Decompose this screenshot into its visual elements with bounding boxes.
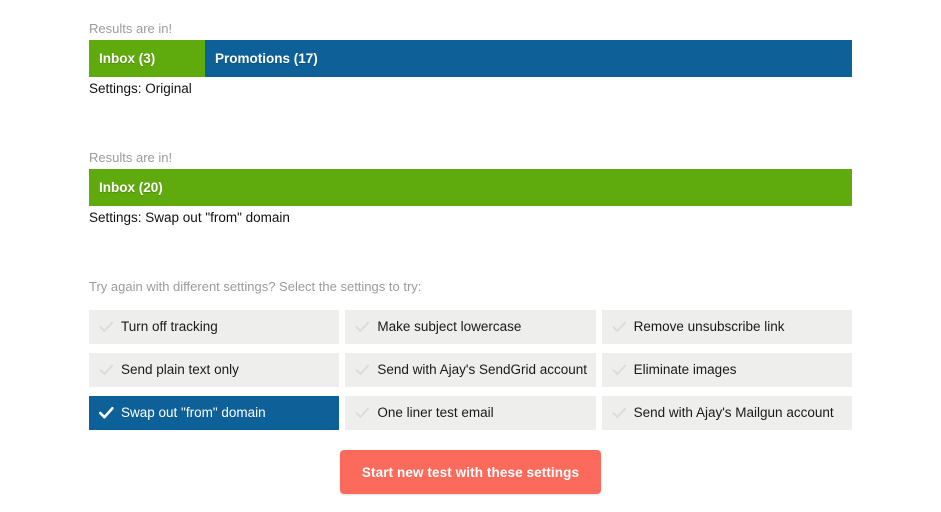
bar-segment-inbox: Inbox (20) bbox=[89, 169, 852, 206]
setting-option-send-with-mailgun-account[interactable]: Send with Ajay's Mailgun account bbox=[601, 396, 852, 430]
setting-option-label: Make subject lowercase bbox=[377, 319, 522, 334]
checkmark-icon bbox=[612, 406, 627, 420]
result-block: Results are in! Inbox (20) Settings: Swa… bbox=[89, 150, 852, 227]
checkmark-icon bbox=[99, 320, 114, 334]
chooser-prompt: Try again with different settings? Selec… bbox=[89, 279, 422, 294]
setting-option-eliminate-images[interactable]: Eliminate images bbox=[601, 353, 852, 387]
bar-segment-label: Inbox (3) bbox=[99, 51, 156, 66]
bar-segment-label: Inbox (20) bbox=[99, 180, 163, 195]
result-bar: Inbox (3) Promotions (17) bbox=[89, 40, 852, 77]
settings-chooser: Try again with different settings? Selec… bbox=[89, 279, 852, 430]
start-new-test-button[interactable]: Start new test with these settings bbox=[339, 450, 602, 494]
inbox-placement-results-page: Results are in! Inbox (3) Promotions (17… bbox=[0, 0, 941, 512]
setting-option-turn-off-tracking[interactable]: Turn off tracking bbox=[89, 310, 340, 344]
setting-option-label: Send with Ajay's Mailgun account bbox=[633, 405, 834, 420]
result-settings-line: Settings: Swap out "from" domain bbox=[89, 210, 290, 225]
setting-option-send-with-sendgrid-account[interactable]: Send with Ajay's SendGrid account bbox=[345, 353, 596, 387]
submit-row: Start new test with these settings bbox=[0, 450, 941, 494]
bar-segment-inbox: Inbox (3) bbox=[89, 40, 205, 77]
result-block: Results are in! Inbox (3) Promotions (17… bbox=[89, 21, 852, 98]
checkmark-icon bbox=[99, 406, 114, 420]
setting-option-label: Remove unsubscribe link bbox=[633, 319, 785, 334]
setting-option-label: Swap out "from" domain bbox=[121, 405, 266, 420]
setting-option-one-liner-test-email[interactable]: One liner test email bbox=[345, 396, 596, 430]
result-caption: Results are in! bbox=[89, 21, 173, 36]
setting-option-send-plain-text-only[interactable]: Send plain text only bbox=[89, 353, 340, 387]
checkmark-icon bbox=[612, 320, 627, 334]
bar-segment-promotions: Promotions (17) bbox=[204, 40, 852, 77]
result-caption: Results are in! bbox=[89, 150, 173, 165]
checkmark-icon bbox=[355, 320, 370, 334]
setting-option-swap-out-from-domain[interactable]: Swap out "from" domain bbox=[89, 396, 340, 430]
setting-option-label: Send with Ajay's SendGrid account bbox=[377, 362, 588, 377]
setting-option-label: Turn off tracking bbox=[121, 319, 218, 334]
result-settings-line: Settings: Original bbox=[89, 81, 192, 96]
setting-option-remove-unsubscribe-link[interactable]: Remove unsubscribe link bbox=[601, 310, 852, 344]
bar-segment-label: Promotions (17) bbox=[214, 51, 318, 66]
checkmark-icon bbox=[355, 363, 370, 377]
result-bar: Inbox (20) bbox=[89, 169, 852, 206]
setting-option-label: Send plain text only bbox=[121, 362, 239, 377]
settings-option-grid: Turn off tracking Make subject lowercase… bbox=[89, 310, 852, 430]
setting-option-make-subject-lowercase[interactable]: Make subject lowercase bbox=[345, 310, 596, 344]
checkmark-icon bbox=[612, 363, 627, 377]
setting-option-label: One liner test email bbox=[377, 405, 494, 420]
setting-option-label: Eliminate images bbox=[633, 362, 737, 377]
checkmark-icon bbox=[355, 406, 370, 420]
checkmark-icon bbox=[99, 363, 114, 377]
